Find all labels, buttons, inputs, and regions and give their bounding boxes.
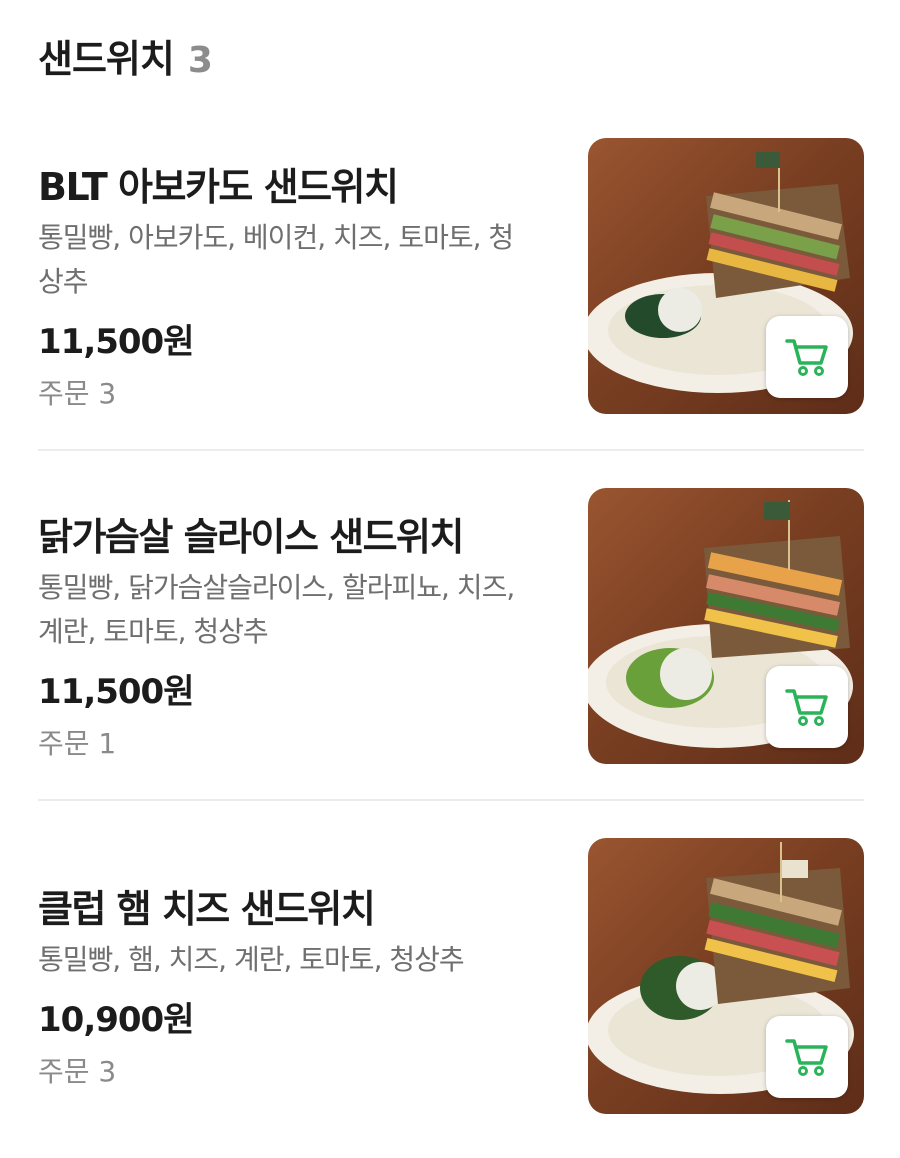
item-price: 11,500원 — [38, 322, 194, 362]
item-photo[interactable] — [588, 488, 864, 764]
menu-item[interactable]: BLT 아보카도 샌드위치 통밀빵, 아보카도, 베이컨, 치즈, 토마토, 청… — [38, 138, 864, 458]
menu-item[interactable]: 클럽 햄 치즈 샌드위치 통밀빵, 햄, 치즈, 계란, 토마토, 청상추 10… — [38, 838, 864, 1158]
section-count: 3 — [187, 40, 213, 81]
item-price: 11,500원 — [38, 672, 194, 712]
item-name: 클럽 햄 치즈 샌드위치 — [38, 887, 376, 931]
item-description: 통밀빵, 햄, 치즈, 계란, 토마토, 청상추 — [38, 943, 465, 976]
item-name: BLT 아보카도 샌드위치 — [38, 165, 399, 209]
section-title: 샌드위치 — [38, 37, 175, 81]
cart-icon — [785, 689, 828, 726]
cart-icon — [785, 1039, 828, 1076]
cart-icon — [785, 339, 828, 376]
item-name: 닭가슴살 슬라이스 샌드위치 — [38, 515, 464, 559]
item-description: 통밀빵, 아보카도, 베이컨, 치즈, 토마토, 청상추 — [38, 221, 514, 298]
section-header: 샌드위치 3 — [38, 28, 213, 83]
add-to-cart-button[interactable] — [766, 1016, 848, 1098]
menu-item[interactable]: 닭가슴살 슬라이스 샌드위치 통밀빵, 닭가슴살슬라이스, 할라피뇨, 치즈, … — [38, 488, 864, 808]
item-order-count: 주문 1 — [38, 727, 117, 760]
add-to-cart-button[interactable] — [766, 666, 848, 748]
divider — [38, 449, 864, 451]
item-photo[interactable] — [588, 138, 864, 414]
item-order-count: 주문 3 — [38, 1055, 117, 1088]
item-photo[interactable] — [588, 838, 864, 1114]
item-order-count: 주문 3 — [38, 377, 117, 410]
item-description: 통밀빵, 닭가슴살슬라이스, 할라피뇨, 치즈, 계란, 토마토, 청상추 — [38, 571, 515, 648]
item-price: 10,900원 — [38, 1000, 194, 1040]
add-to-cart-button[interactable] — [766, 316, 848, 398]
divider — [38, 799, 864, 801]
